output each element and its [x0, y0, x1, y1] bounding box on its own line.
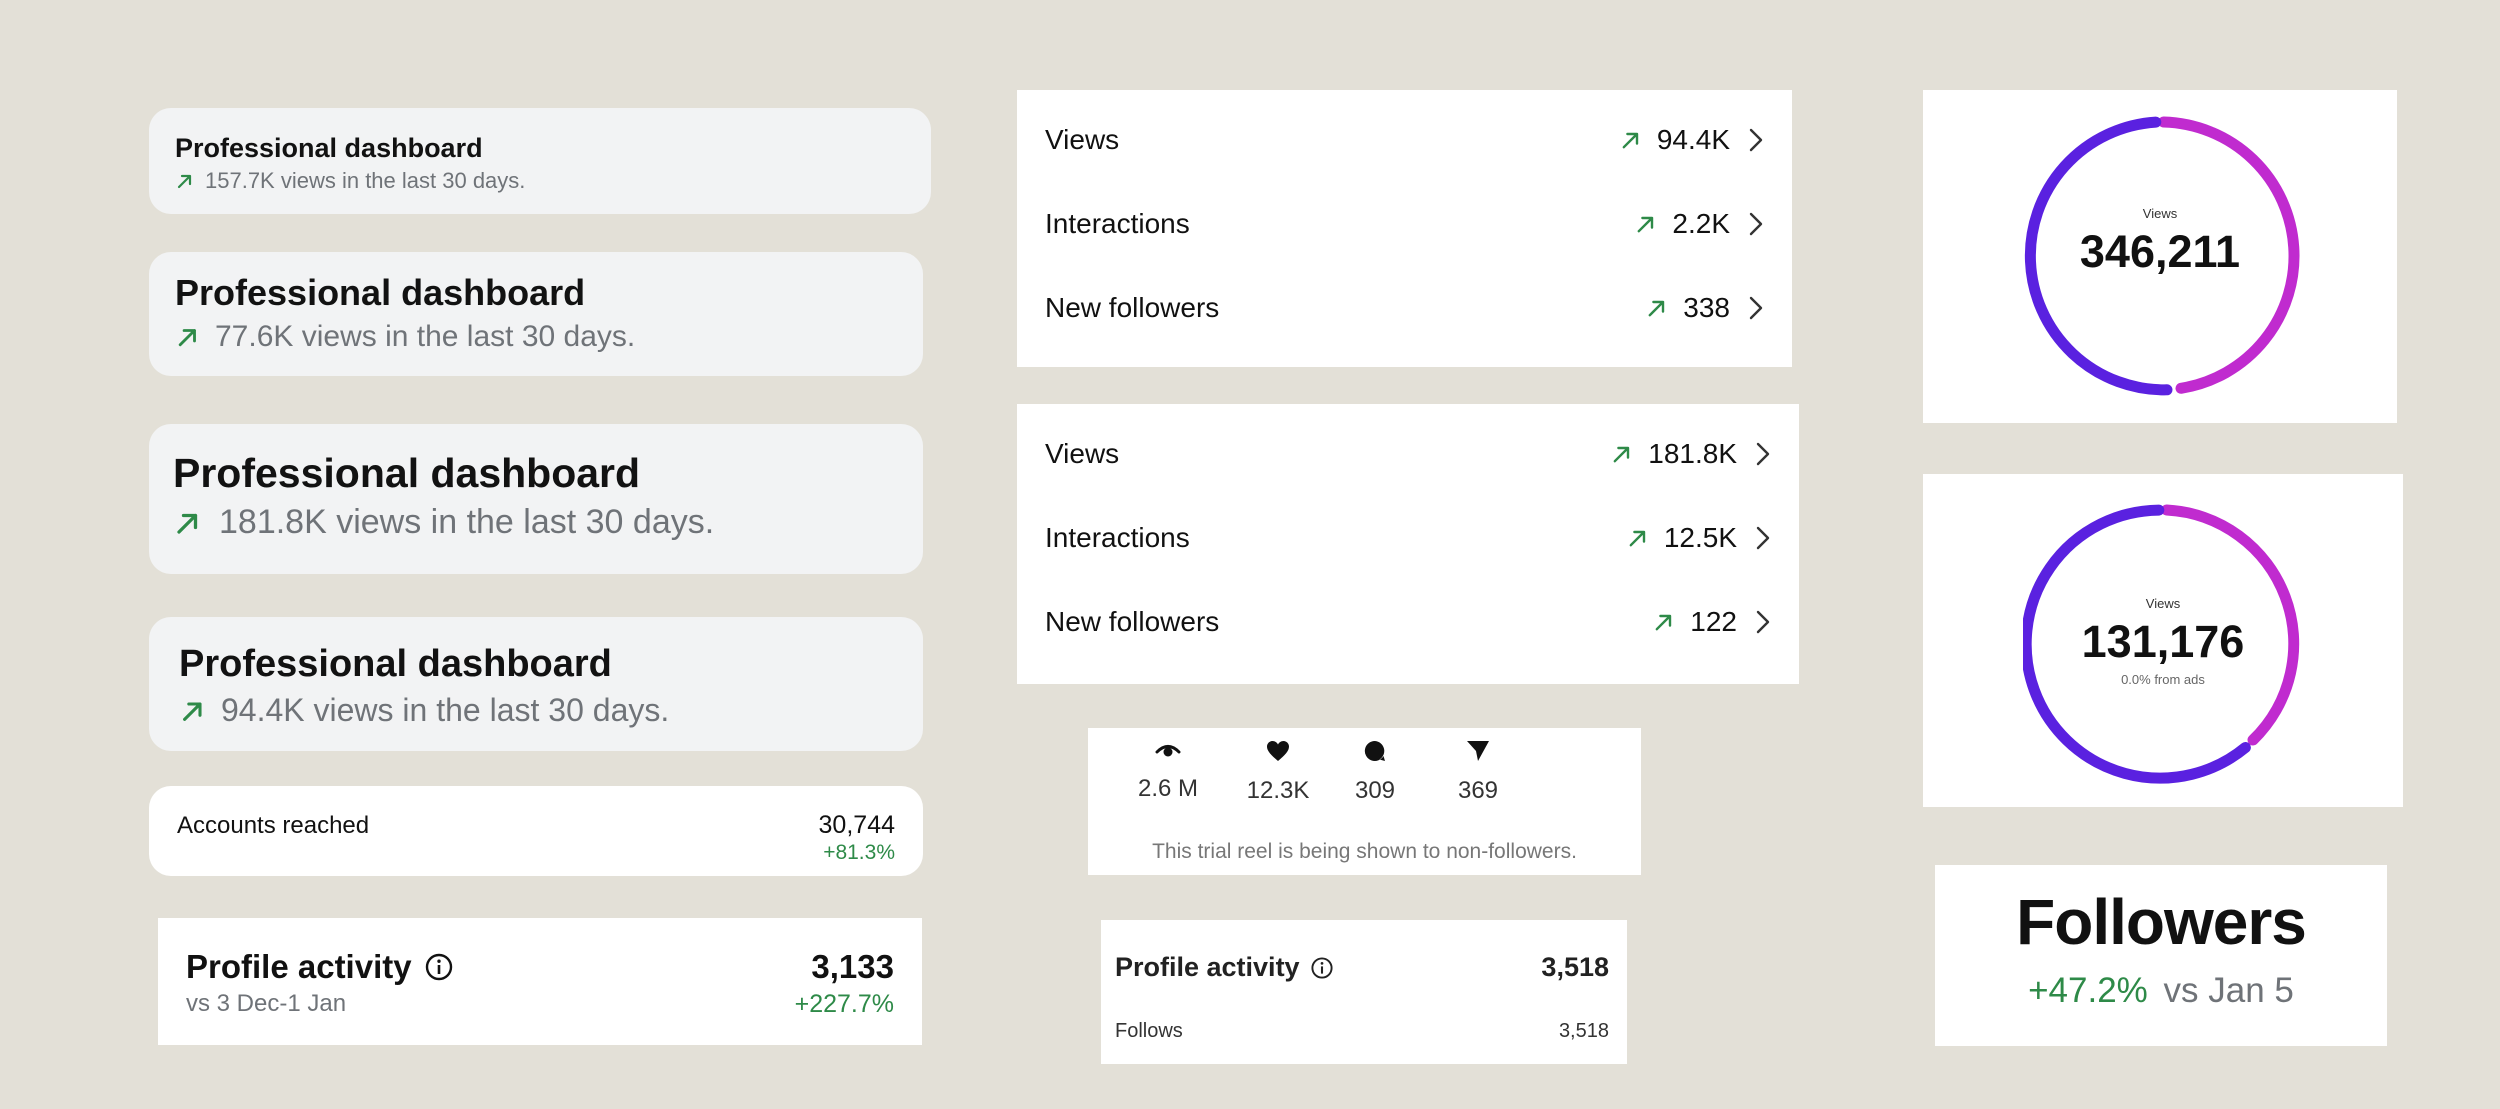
- comment-icon: [1364, 740, 1385, 761]
- metrics-card-2: Views 181.8K Interactions 12.5K New foll…: [1017, 404, 1799, 684]
- card-title: Professional dashboard: [175, 272, 586, 313]
- metric-label: Views: [1045, 438, 1120, 469]
- accounts-reached-card[interactable]: Accounts reached 30,744 +81.3%: [149, 786, 923, 876]
- heart-icon: [1267, 741, 1289, 761]
- reel-stat-comments: 309: [1325, 740, 1425, 805]
- donut-label: Views: [2145, 596, 2181, 611]
- info-icon[interactable]: [1310, 956, 1334, 980]
- views-donut-card-2: Views 131,176 0.0% from ads: [1923, 474, 2403, 807]
- profile-activity-subtitle: vs 3 Dec-1 Jan: [186, 990, 347, 1017]
- metric-value: 12.5K: [1663, 522, 1737, 553]
- trend-up-arrow-icon: [1613, 446, 1630, 463]
- trend-up-arrow-icon: [1629, 530, 1646, 547]
- metric-label: Interactions: [1045, 208, 1190, 239]
- metric-row-new-followers[interactable]: New followers 338: [1045, 292, 1764, 324]
- card-subtitle: 94.4K views in the last 30 days.: [221, 692, 670, 728]
- metric-label: Views: [1045, 124, 1120, 155]
- donut-value: 131,176: [2081, 616, 2245, 667]
- eye-icon: [1155, 745, 1181, 757]
- metric-value: 122: [1690, 606, 1737, 637]
- reel-stat-value: 309: [1354, 777, 1396, 804]
- card-title: Professional dashboard: [179, 643, 612, 685]
- trend-up-arrow-icon: [1637, 216, 1654, 233]
- reel-stat-value: 2.6 M: [1137, 775, 1199, 802]
- follows-value: 3,518: [1558, 1020, 1609, 1042]
- share-icon: [1467, 741, 1489, 761]
- chevron-right-icon: [1749, 128, 1763, 152]
- donut-value: 346,211: [2079, 226, 2241, 277]
- metric-label: Interactions: [1045, 522, 1190, 553]
- profile-activity-card-2[interactable]: Profile activity 3,518 Follows 3,518: [1101, 920, 1627, 1064]
- info-icon[interactable]: [424, 952, 454, 982]
- professional-dashboard-card-4[interactable]: Professional dashboard 94.4K views in th…: [149, 617, 923, 751]
- professional-dashboard-card-3[interactable]: Professional dashboard 181.8K views in t…: [149, 424, 923, 574]
- profile-activity-title: Profile activity: [1115, 952, 1300, 982]
- chevron-right-icon: [1756, 442, 1770, 466]
- metrics-card-1: Views 94.4K Interactions 2.2K New follow…: [1017, 90, 1792, 367]
- followers-suffix: vs Jan 5: [2163, 971, 2294, 1010]
- trial-reel-card: 2.6 M 12.3K 309 369 This trial reel is b…: [1088, 728, 1641, 875]
- chevron-right-icon: [1756, 610, 1770, 634]
- chevron-right-icon: [1749, 296, 1763, 320]
- reel-stat-views: 2.6 M: [1118, 740, 1218, 803]
- followers-change: +47.2%: [2028, 971, 2148, 1010]
- metric-row-interactions[interactable]: Interactions 12.5K: [1045, 522, 1771, 554]
- metric-value: 181.8K: [1648, 438, 1737, 469]
- trial-reel-note: This trial reel is being shown to non-fo…: [1152, 840, 1577, 863]
- card-title: Professional dashboard: [175, 133, 483, 163]
- trend-up-arrow-icon: [177, 513, 198, 534]
- metric-row-interactions[interactable]: Interactions 2.2K: [1045, 208, 1764, 240]
- card-title: Professional dashboard: [173, 450, 641, 496]
- profile-activity-change: +227.7%: [794, 990, 894, 1018]
- metric-value: 94.4K: [1656, 124, 1730, 155]
- trend-up-arrow-icon: [1622, 132, 1639, 149]
- trend-up-arrow-icon: [1648, 300, 1665, 317]
- metric-row-new-followers[interactable]: New followers 122: [1045, 606, 1771, 638]
- reel-stat-likes: 12.3K: [1228, 740, 1328, 805]
- metric-label: New followers: [1045, 292, 1220, 323]
- profile-activity-value: 3,133: [811, 948, 894, 985]
- metric-row-views[interactable]: Views 181.8K: [1045, 438, 1771, 470]
- views-donut-card-1: Views 346,211: [1923, 90, 2397, 423]
- professional-dashboard-card-1[interactable]: Professional dashboard 157.7K views in t…: [149, 108, 931, 214]
- card-subtitle: 77.6K views in the last 30 days.: [215, 320, 636, 353]
- card-subtitle: 157.7K views in the last 30 days.: [205, 168, 526, 193]
- profile-activity-card-1[interactable]: Profile activity vs 3 Dec-1 Jan 3,133 +2…: [158, 918, 922, 1045]
- reel-stat-value: 12.3K: [1246, 777, 1310, 804]
- profile-activity-value: 3,518: [1541, 952, 1609, 982]
- chevron-right-icon: [1756, 526, 1770, 550]
- chevron-right-icon: [1749, 212, 1763, 236]
- trend-up-arrow-icon: [183, 701, 202, 721]
- trend-up-arrow-icon: [1655, 614, 1672, 631]
- professional-dashboard-card-2[interactable]: Professional dashboard 77.6K views in th…: [149, 252, 923, 376]
- reel-stat-value: 369: [1457, 777, 1499, 804]
- accounts-reached-label: Accounts reached: [177, 812, 370, 839]
- trend-up-arrow-icon: [177, 174, 192, 189]
- accounts-reached-value: 30,744: [818, 811, 895, 839]
- followers-title: Followers: [2016, 886, 2307, 958]
- card-subtitle: 181.8K views in the last 30 days.: [219, 503, 715, 541]
- donut-sub: 0.0% from ads: [2121, 672, 2205, 687]
- metric-row-views[interactable]: Views 94.4K: [1045, 124, 1764, 156]
- trend-up-arrow-icon: [178, 329, 196, 347]
- profile-activity-title: Profile activity: [186, 948, 412, 985]
- accounts-reached-change: +81.3%: [823, 841, 895, 864]
- metric-value: 338: [1683, 292, 1730, 323]
- followers-card: Followers +47.2% vs Jan 5: [1935, 865, 2387, 1046]
- donut-label: Views: [2142, 206, 2178, 221]
- follows-label: Follows: [1115, 1020, 1183, 1042]
- reel-stat-shares: 369: [1428, 740, 1528, 805]
- metric-label: New followers: [1045, 606, 1220, 637]
- metric-value: 2.2K: [1672, 208, 1730, 239]
